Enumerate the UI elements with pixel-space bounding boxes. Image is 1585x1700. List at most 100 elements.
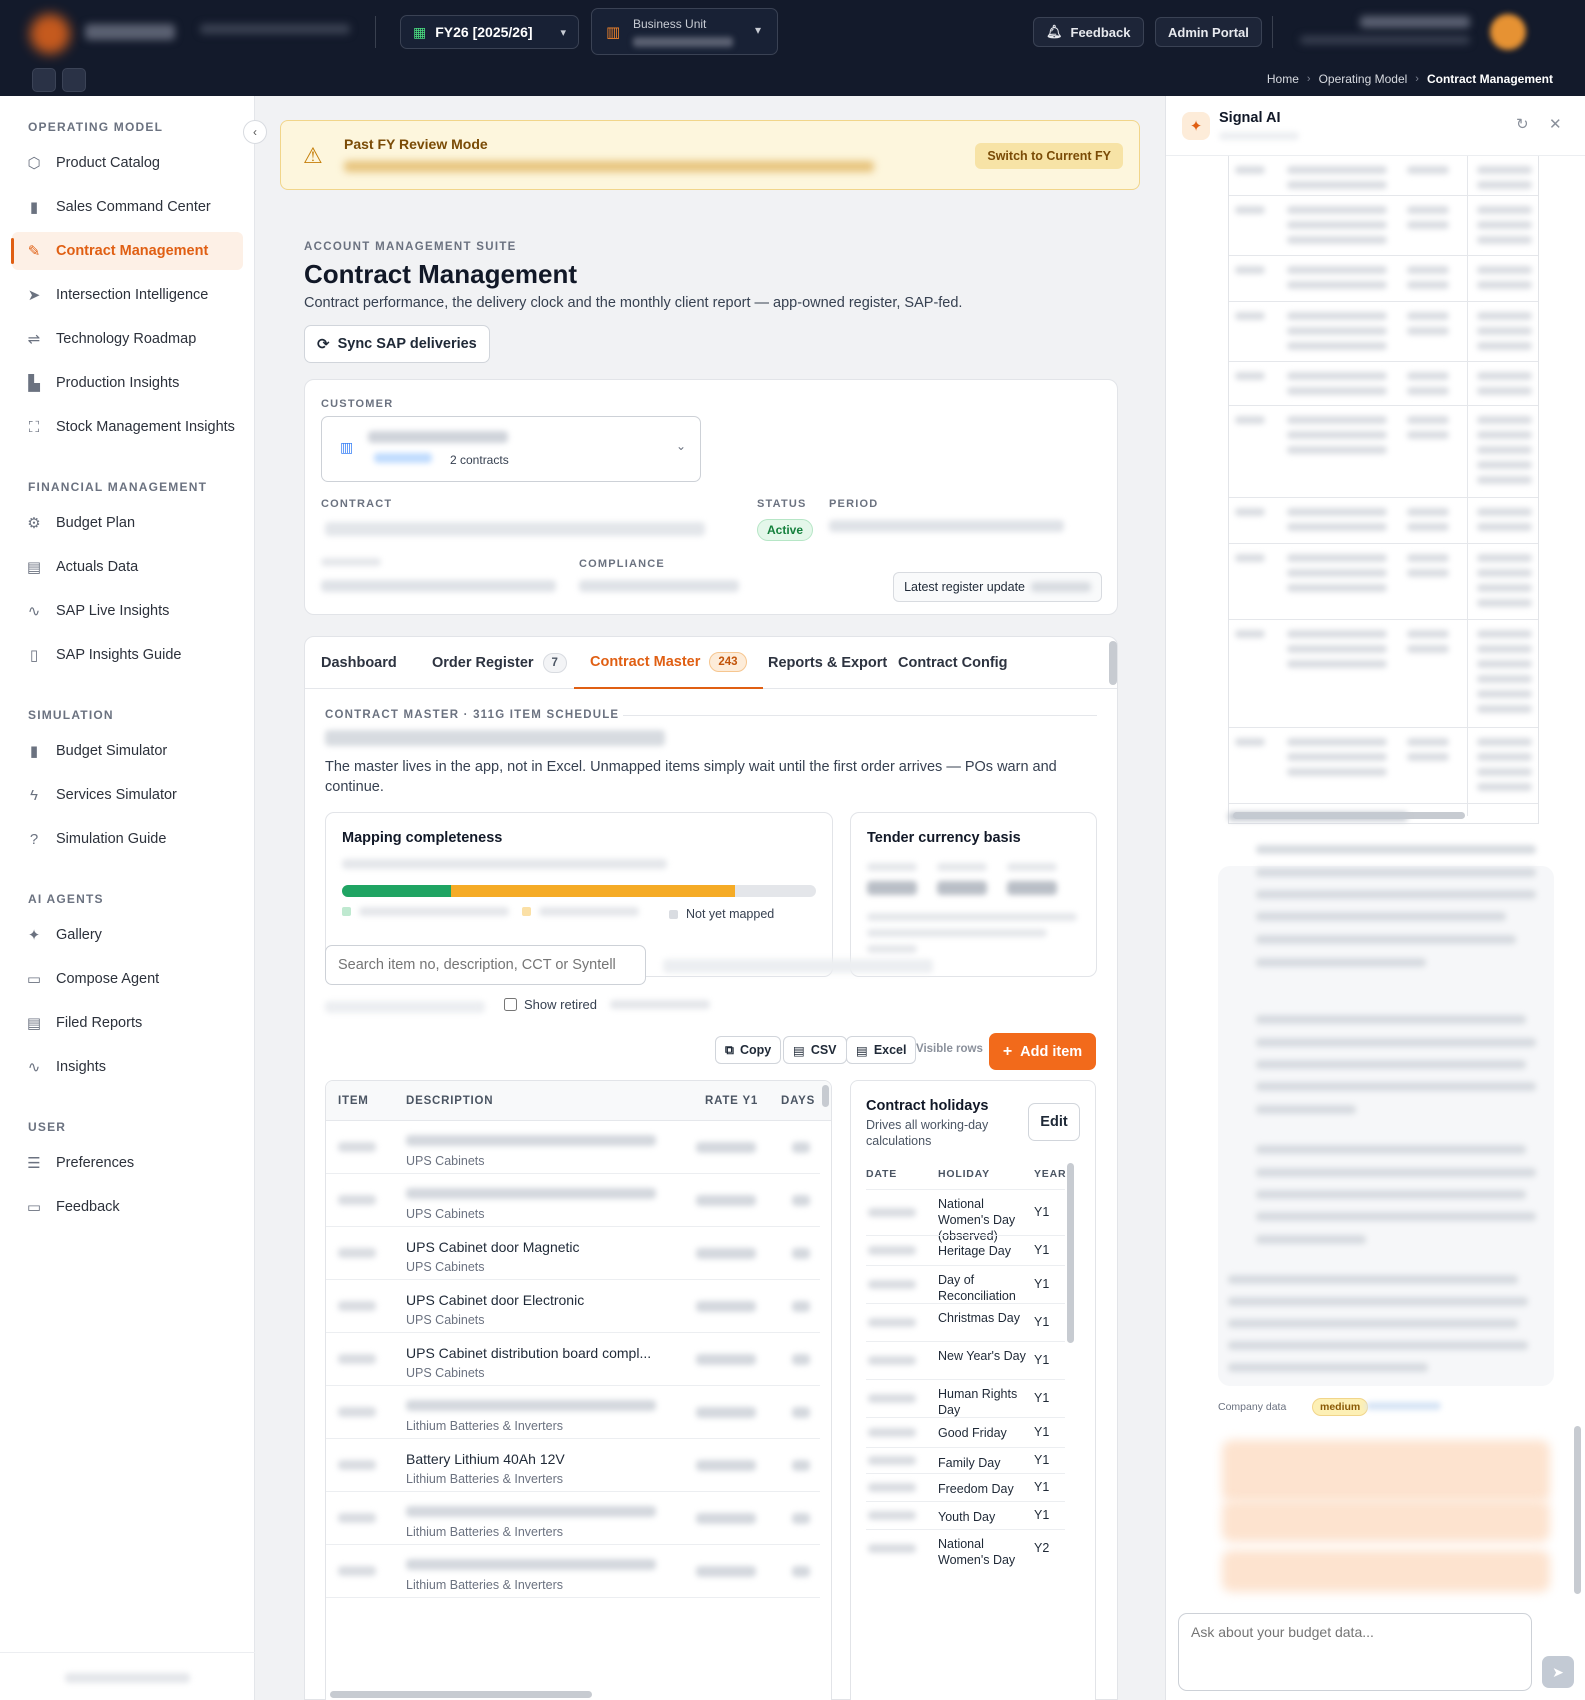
sidebar-item-sales-command-center[interactable]: ▮ Sales Command Center bbox=[12, 188, 243, 226]
sidebar-item-compose-agent[interactable]: ▭ Compose Agent bbox=[12, 960, 243, 998]
reset-icon[interactable]: ↻ bbox=[1516, 115, 1529, 133]
holiday-row[interactable]: Freedom Day Y1 bbox=[866, 1473, 1065, 1501]
table-row[interactable]: Battery Lithium 40Ah 12V Lithium Batterie… bbox=[326, 1439, 820, 1492]
user-name bbox=[1360, 16, 1470, 28]
edit-holidays-button[interactable]: Edit bbox=[1028, 1103, 1080, 1141]
switch-current-fy-button[interactable]: Switch to Current FY bbox=[975, 143, 1123, 169]
collapse-sidebar-button[interactable]: ‹ bbox=[243, 120, 267, 144]
sidebar-item-simulation-guide[interactable]: ? Simulation Guide bbox=[12, 820, 243, 858]
main-content: ⚠ Past FY Review Mode Switch to Current … bbox=[256, 96, 1165, 1700]
latest-register-update[interactable]: Latest register update bbox=[893, 572, 1102, 602]
send-button[interactable]: ➤ bbox=[1542, 1656, 1574, 1688]
excel-button[interactable]: ▤ Excel bbox=[846, 1036, 917, 1064]
table-row[interactable]: Lithium Batteries & Inverters bbox=[326, 1545, 820, 1598]
toolbar-square-button[interactable] bbox=[32, 68, 56, 92]
sidebar-item-preferences[interactable]: ☰ Preferences bbox=[12, 1144, 243, 1182]
message-icon: ▭ bbox=[26, 971, 42, 988]
chevron-down-icon: ⌄ bbox=[675, 439, 686, 453]
holidays-scrollbar[interactable] bbox=[1067, 1163, 1074, 1343]
breadcrumb-home[interactable]: Home bbox=[1267, 72, 1299, 86]
show-retired-toggle[interactable]: Show retired bbox=[504, 997, 710, 1012]
sidebar-item-technology-roadmap[interactable]: ⇌ Technology Roadmap bbox=[12, 320, 243, 358]
toolbar-square-button[interactable] bbox=[62, 68, 86, 92]
customer-select[interactable]: ▥ 2 contracts ⌄ bbox=[321, 416, 701, 482]
sidebar-item-filed-reports[interactable]: ▤ Filed Reports bbox=[12, 1004, 243, 1042]
item-category: UPS Cabinets bbox=[406, 1207, 485, 1221]
business-unit-selector[interactable]: ▥ Business Unit ▾ bbox=[591, 8, 778, 55]
holiday-date bbox=[868, 1246, 916, 1255]
copy-button[interactable]: ⧉ Copy bbox=[715, 1036, 782, 1064]
mapping-status-select[interactable] bbox=[325, 1001, 485, 1013]
feedback-button[interactable]: 🔔︎ Feedback bbox=[1033, 17, 1144, 47]
item-description bbox=[406, 1506, 656, 1517]
items-horizontal-scrollbar[interactable] bbox=[330, 1691, 592, 1698]
tab-reports-export[interactable]: Reports & Export bbox=[752, 637, 903, 689]
table-row[interactable]: Lithium Batteries & Inverters bbox=[326, 1492, 820, 1545]
tab-order-register[interactable]: Order Register 7 bbox=[416, 637, 583, 689]
brand-logo[interactable] bbox=[30, 12, 180, 54]
suggested-prompt[interactable] bbox=[1222, 1550, 1550, 1592]
ai-panel-scrollbar[interactable] bbox=[1574, 1426, 1581, 1594]
sidebar-item-contract-management[interactable]: ✎ Contract Management bbox=[11, 232, 243, 270]
ai-response-text bbox=[1228, 812, 1408, 821]
table-row[interactable]: UPS Cabinet door Electronic UPS Cabinets bbox=[326, 1280, 820, 1333]
table-row[interactable]: UPS Cabinet door Magnetic UPS Cabinets bbox=[326, 1227, 820, 1280]
item-rate bbox=[696, 1460, 756, 1471]
holiday-row[interactable]: Day of Reconciliation Y1 bbox=[866, 1265, 1065, 1303]
holiday-name: Good Friday bbox=[938, 1426, 1007, 1440]
holiday-name: Day of Reconciliation bbox=[938, 1273, 1016, 1303]
csv-button[interactable]: ▤ CSV bbox=[783, 1036, 847, 1064]
sidebar-item-actuals-data[interactable]: ▤ Actuals Data bbox=[12, 548, 243, 586]
table-row[interactable]: UPS Cabinet distribution board compl... U… bbox=[326, 1333, 820, 1386]
holiday-row[interactable]: Human Rights Day Y1 bbox=[866, 1379, 1065, 1417]
sidebar-item-gallery[interactable]: ✦ Gallery bbox=[12, 916, 243, 954]
close-icon[interactable]: ✕ bbox=[1549, 115, 1562, 133]
sidebar-item-budget-simulator[interactable]: ▮ Budget Simulator bbox=[12, 732, 243, 770]
holiday-year: Y2 bbox=[1034, 1541, 1050, 1555]
category-filter-select[interactable] bbox=[663, 959, 933, 973]
sidebar-item-sap-insights-guide[interactable]: ▯ SAP Insights Guide bbox=[12, 636, 243, 674]
table-row[interactable]: Lithium Batteries & Inverters bbox=[326, 1386, 820, 1439]
ai-chat-input[interactable] bbox=[1178, 1613, 1532, 1691]
item-search-input[interactable] bbox=[325, 945, 646, 985]
legend-text bbox=[359, 907, 509, 916]
holiday-row[interactable]: Family Day Y1 bbox=[866, 1447, 1065, 1473]
holiday-row[interactable]: National Women's Day (observed) Y1 bbox=[866, 1189, 1065, 1243]
sidebar-item-sap-live-insights[interactable]: ∿ SAP Live Insights bbox=[12, 592, 243, 630]
show-retired-checkbox[interactable] bbox=[504, 998, 517, 1011]
sync-sap-button[interactable]: ⟳ Sync SAP deliveries bbox=[304, 325, 490, 363]
fy-selector[interactable]: ▦ FY26 [2025/26] ▾ bbox=[400, 15, 579, 49]
sidebar-item-intersection-intelligence[interactable]: ➤ Intersection Intelligence bbox=[12, 276, 243, 314]
sidebar-item-product-catalog[interactable]: ⬡ Product Catalog bbox=[12, 144, 243, 182]
contract-select[interactable] bbox=[325, 522, 705, 536]
user-menu[interactable] bbox=[1290, 14, 1530, 50]
tab-contract-master[interactable]: Contract Master 243 bbox=[574, 637, 763, 689]
tab-scrollbar[interactable] bbox=[1109, 641, 1117, 685]
holiday-row[interactable]: National Women's Day Y2 bbox=[866, 1529, 1065, 1567]
suggested-prompt[interactable] bbox=[1222, 1440, 1550, 1502]
holiday-row[interactable]: Heritage Day Y1 bbox=[866, 1235, 1065, 1265]
tab-dashboard[interactable]: Dashboard bbox=[305, 637, 413, 689]
sidebar-item-insights[interactable]: ∿ Insights bbox=[12, 1048, 243, 1086]
holiday-row[interactable]: Youth Day Y1 bbox=[866, 1501, 1065, 1529]
table-row[interactable]: UPS Cabinets bbox=[326, 1121, 820, 1174]
breadcrumb-operating-model[interactable]: Operating Model bbox=[1319, 72, 1408, 86]
sidebar-item-production-insights[interactable]: ▙ Production Insights bbox=[12, 364, 243, 402]
table-row[interactable]: UPS Cabinets bbox=[326, 1174, 820, 1227]
currency-value bbox=[937, 881, 987, 895]
sidebar-item-budget-plan[interactable]: ⚙ Budget Plan bbox=[12, 504, 243, 542]
items-vertical-scrollbar[interactable] bbox=[822, 1085, 829, 1107]
ai-table-cell bbox=[1407, 266, 1449, 274]
sidebar-item-stock-management-insights[interactable]: ⛶ Stock Management Insights bbox=[12, 408, 243, 446]
tab-contract-config[interactable]: Contract Config bbox=[882, 637, 1024, 689]
admin-portal-button[interactable]: Admin Portal bbox=[1155, 17, 1262, 47]
ai-response-text bbox=[1256, 1190, 1526, 1199]
holiday-row[interactable]: Good Friday Y1 bbox=[866, 1417, 1065, 1447]
add-item-button[interactable]: + Add item bbox=[989, 1033, 1096, 1070]
holiday-row[interactable]: Christmas Day Y1 bbox=[866, 1303, 1065, 1341]
suggested-prompt[interactable] bbox=[1222, 1500, 1550, 1542]
sidebar-item-services-simulator[interactable]: ϟ Services Simulator bbox=[12, 776, 243, 814]
ai-table-cell bbox=[1235, 416, 1265, 424]
holiday-row[interactable]: New Year's Day Y1 bbox=[866, 1341, 1065, 1379]
sidebar-item-feedback[interactable]: ▭ Feedback bbox=[12, 1188, 243, 1226]
